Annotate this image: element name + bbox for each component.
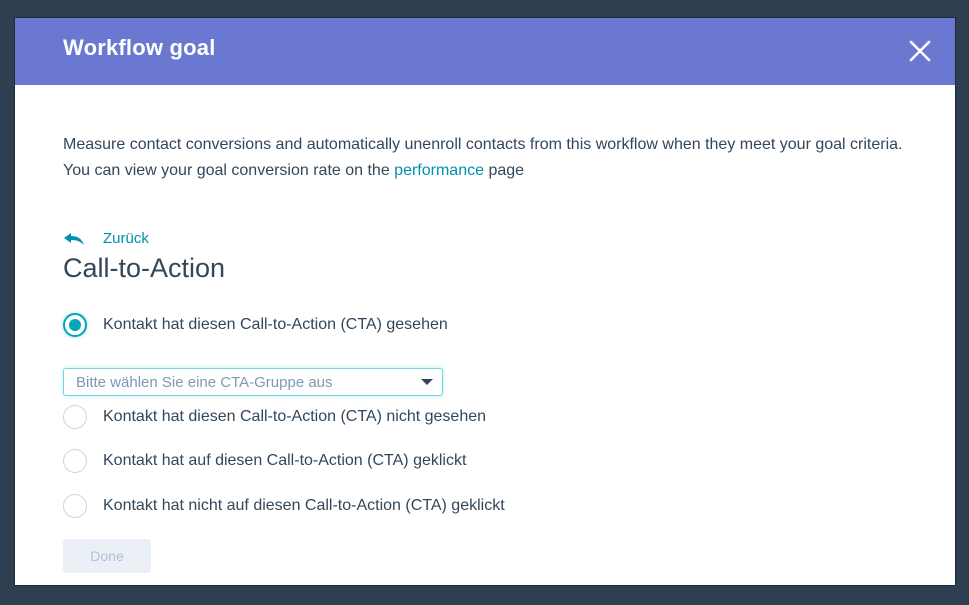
- option-cta-not-seen[interactable]: Kontakt hat diesen Call-to-Action (CTA) …: [63, 405, 486, 429]
- close-button[interactable]: [905, 36, 935, 66]
- window-frame: Workflow goal Measure contact conversion…: [0, 0, 969, 605]
- option-label: Kontakt hat nicht auf diesen Call-to-Act…: [103, 497, 505, 514]
- description-line-1: Measure contact conversions and automati…: [63, 136, 903, 153]
- radio-unchecked[interactable]: [63, 405, 87, 429]
- done-button[interactable]: Done: [63, 539, 151, 573]
- description-suffix: page: [484, 162, 525, 179]
- workflow-goal-modal: Workflow goal Measure contact conversion…: [15, 18, 955, 585]
- modal-header: Workflow goal: [15, 18, 955, 85]
- option-label: Kontakt hat auf diesen Call-to-Action (C…: [103, 452, 467, 469]
- performance-link[interactable]: performance: [394, 162, 484, 179]
- description-line-2: You can view your goal conversion rate o…: [63, 158, 923, 184]
- reply-arrow-icon: [64, 232, 84, 245]
- option-cta-seen[interactable]: Kontakt hat diesen Call-to-Action (CTA) …: [63, 313, 448, 337]
- back-link-label: Zurück: [103, 230, 149, 247]
- back-link[interactable]: Zurück: [63, 230, 149, 247]
- chevron-down-icon: [421, 379, 433, 385]
- option-cta-clicked[interactable]: Kontakt hat auf diesen Call-to-Action (C…: [63, 449, 466, 473]
- modal-title: Workflow goal: [63, 35, 216, 60]
- close-icon: [909, 40, 931, 62]
- section-title: Call-to-Action: [63, 253, 226, 283]
- option-label: Kontakt hat diesen Call-to-Action (CTA) …: [103, 316, 448, 333]
- description-prefix: You can view your goal conversion rate o…: [63, 162, 395, 179]
- radio-unchecked[interactable]: [63, 449, 87, 473]
- cta-group-select[interactable]: Bitte wählen Sie eine CTA-Gruppe aus: [63, 368, 443, 396]
- goal-description: Measure contact conversions and automati…: [63, 132, 923, 184]
- radio-unchecked[interactable]: [63, 494, 87, 518]
- option-cta-not-clicked[interactable]: Kontakt hat nicht auf diesen Call-to-Act…: [63, 494, 505, 518]
- cta-group-select-value: Bitte wählen Sie eine CTA-Gruppe aus: [76, 374, 333, 391]
- option-label: Kontakt hat diesen Call-to-Action (CTA) …: [103, 408, 487, 425]
- radio-checked[interactable]: [63, 313, 87, 337]
